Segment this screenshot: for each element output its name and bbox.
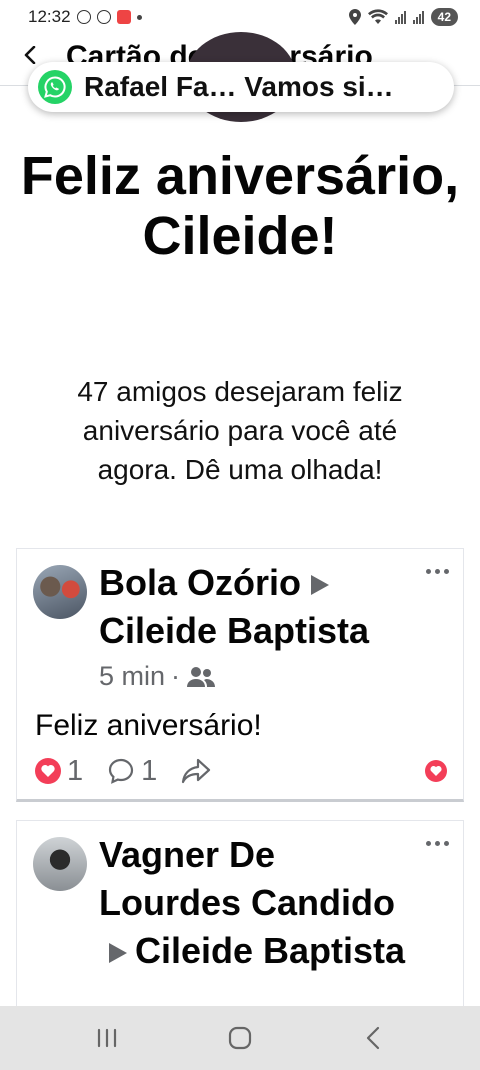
comments-count: 1: [141, 754, 158, 787]
avatar[interactable]: [33, 565, 87, 619]
whatsapp-notification-icon: [76, 10, 91, 24]
post-author[interactable]: Vagner De Lourdes Candido: [99, 834, 395, 923]
share-button[interactable]: [181, 757, 211, 785]
recent-apps-button[interactable]: [87, 1018, 127, 1058]
back-button[interactable]: [353, 1018, 393, 1058]
status-time: 12:32: [28, 7, 71, 26]
post-author[interactable]: Bola Ozório: [99, 562, 301, 603]
status-bar: 12:32 42: [0, 0, 480, 34]
more-options-icon[interactable]: [426, 841, 449, 846]
love-react-button[interactable]: [425, 760, 447, 782]
system-navigation-bar: [0, 1006, 480, 1070]
home-button[interactable]: [220, 1018, 260, 1058]
meta-separator: ·: [171, 661, 181, 691]
whatsapp-icon: [38, 70, 72, 104]
app-notification-icon: [116, 10, 131, 24]
post-card: Vagner De Lourdes Candido Cileide Baptist…: [16, 820, 464, 1020]
whatsapp-message-preview: Rafael Fa… Vamos si…: [84, 71, 394, 102]
arrow-right-icon: [311, 575, 330, 596]
friends-icon: [187, 666, 216, 687]
whatsapp-bubble[interactable]: Rafael Fa… Vamos si…: [28, 62, 454, 112]
back-arrow-icon[interactable]: [22, 46, 40, 64]
back-icon: [367, 1026, 380, 1050]
post-header: Bola Ozório Cileide Baptista: [99, 559, 419, 655]
post-recipient[interactable]: Cileide Baptista: [135, 930, 405, 971]
signal-icon: [394, 10, 406, 24]
love-reaction-icon: [35, 758, 61, 784]
birthday-title: Feliz aniversário, Cileide!: [20, 146, 460, 266]
reactions-count-button[interactable]: 1: [35, 755, 83, 788]
battery-indicator: 42: [430, 8, 458, 26]
comment-button[interactable]: 1: [107, 755, 157, 788]
post-text: Feliz aniversário!: [35, 709, 262, 742]
recent-apps-icon: [97, 1028, 116, 1048]
post-recipient[interactable]: Cileide Baptista: [99, 610, 369, 651]
location-icon: [348, 9, 361, 25]
comment-icon: [109, 758, 134, 784]
post-actions: 1 1: [35, 755, 447, 787]
whatsapp-notification-icon-2: [96, 10, 111, 24]
wifi-icon: [367, 9, 388, 24]
more-notifications-icon: [136, 14, 142, 20]
arrow-right-icon: [109, 943, 127, 964]
more-options-icon[interactable]: [426, 569, 449, 574]
birthday-subtitle: 47 amigos desejaram feliz aniversário pa…: [77, 376, 403, 485]
reactions-count: 1: [67, 754, 84, 787]
share-icon: [182, 758, 211, 784]
post-header: Vagner De Lourdes Candido Cileide Baptist…: [99, 831, 419, 975]
post-card: Bola Ozório Cileide Baptista 5 min · Feli…: [16, 548, 464, 802]
avatar[interactable]: [33, 837, 87, 891]
post-meta: 5 min ·: [99, 661, 216, 692]
post-time: 5 min: [99, 661, 166, 691]
signal-icon-2: [412, 10, 424, 24]
love-reaction-icon: [425, 760, 447, 782]
home-icon: [228, 1026, 252, 1050]
